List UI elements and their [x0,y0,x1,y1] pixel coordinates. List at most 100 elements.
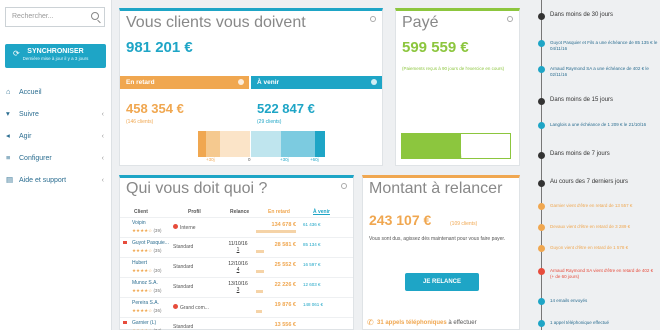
tick-label: +60j [310,157,319,162]
table-row[interactable]: Guyot Pasquie... ★★★★☆ (35) Standard 11/10/… [120,237,353,255]
late-tab[interactable]: En retard [120,76,249,89]
tick-label: +30j [280,157,289,162]
chevron-left-icon: ‹ [101,155,104,162]
col-relance[interactable]: Relance [230,209,249,215]
timeline-dot-icon [538,245,545,252]
relance-count[interactable]: 1 [227,247,249,253]
synchronize-button[interactable]: ⟳ SYNCHRONISER Dernière mise à jour il y… [5,44,106,68]
late-bar-0[interactable] [220,131,250,157]
settings-icon[interactable] [341,183,347,189]
late-value: 22 226 € [256,282,296,293]
late-text: 28 581 € [274,242,296,248]
info-icon[interactable] [238,79,244,85]
profil-value: Grand com... [180,305,209,311]
remind-description: Vous sont dus, agissez dès maintenant po… [369,236,506,242]
col-profil[interactable]: Profil [188,209,201,215]
search-icon[interactable] [91,12,99,20]
profil-cell: Standard [173,264,193,270]
col-upcoming[interactable]: À venir [313,209,330,215]
upcoming-value: 12 603 € [301,279,333,292]
late-bar-60[interactable] [198,131,206,157]
timeline-dot-icon [538,152,545,159]
col-client[interactable]: Client [134,209,148,215]
chevron-left-icon: ‹ [101,177,104,184]
relance-count[interactable]: 3 [227,287,249,293]
col-late[interactable]: En retard [268,209,290,215]
timeline-dot-icon [538,13,545,20]
rating-count: (35) [153,248,162,253]
rating-count: (39) [153,228,162,233]
sidebar-item-aide[interactable]: ▤ Aide et support ‹ [0,174,112,196]
rating-count: (35) [153,288,162,293]
timeline-dot-icon [538,98,545,105]
table-row[interactable]: Munoz S.A. ★★★★☆ (35) Standard 13/10/16 3 22 … [120,277,353,295]
upcoming-tab[interactable]: À venir [251,76,382,89]
late-text: 13 556 € [274,322,296,328]
calls-suffix: à effectuer [446,320,477,326]
late-text: 134 678 € [271,222,296,228]
timeline-text: 1 appel téléphonique effectué [550,320,609,325]
client-name[interactable]: Guyot Pasquie... [132,240,169,246]
client-name[interactable]: Voipin [132,220,146,226]
late-value: 134 678 € [256,222,296,233]
profil-cell: Standard [173,324,193,330]
settings-icon[interactable] [507,16,513,22]
client-name[interactable]: Hubert [132,260,147,266]
profil-cell: Standard [173,244,193,250]
table-row[interactable]: Voipin ★★★★☆ (39) Interne 134 678 € 61 436 € [120,217,353,235]
book-icon: ▤ [6,175,14,184]
settings-icon[interactable] [370,16,376,22]
profil-value: Standard [173,324,194,330]
remind-amount: 243 107 € [369,212,432,228]
calls-text[interactable]: 31 appels téléphoniques à effectuer [377,320,477,326]
upcoming-text: 85 134 € [303,242,321,247]
paid-card: Payé 599 559 € (Paiements reçus à 90 jou… [395,8,520,166]
upcoming-bar-30[interactable] [281,131,315,157]
remind-button[interactable]: JE RELANCE [405,273,479,291]
alert-icon [173,224,178,229]
info-icon[interactable] [371,79,377,85]
sidebar-item-label: Aide et support [19,177,67,184]
upcoming-value: 61 436 € [301,219,333,232]
late-bar-30[interactable] [206,131,220,157]
late-label: En retard [126,79,155,86]
calls-count[interactable]: 31 appels téléphoniques [377,320,447,326]
rating-stars: ★★★★☆ (39) [132,228,161,234]
synchronize-label: SYNCHRONISER [27,48,84,55]
chevron-left-icon: ‹ [101,111,104,118]
owed-total: 981 201 € [126,39,193,56]
table-row[interactable]: Garnier (L)★★★★☆ (34)Standard13 556 € [120,317,353,330]
paid-title: Payé [402,14,439,31]
paid-note: (Paiements reçus à 90 jours de l'exercic… [402,66,505,71]
tick-label: 0 [248,157,251,162]
table-row[interactable]: Hubert ★★★★☆ (30) Standard 12/10/16 4 25 552 … [120,257,353,275]
late-fill-bar [256,270,264,273]
upcoming-bar-60[interactable] [315,131,325,157]
sidebar-item-agir[interactable]: ◂ Agir ‹ [0,130,112,152]
sidebar-item-configurer[interactable]: ≡ Configurer ‹ [0,152,112,174]
rating-stars: ★★★★☆ (30) [132,268,161,274]
table-row[interactable]: Pereira S.A. ★★★★☆ (36) Grand com... 19 876… [120,297,353,315]
cart-icon: ▾ [6,109,10,118]
late-amount: 458 354 € [126,101,184,116]
sidebar-item-label: Agir [19,133,32,140]
timeline-dot-icon [538,180,545,187]
timeline-text: Dans moins de 30 jours [550,12,614,18]
upcoming-text: 12 603 € [303,282,321,287]
stars: ★★★★☆ [132,268,153,273]
client-name[interactable]: Munoz S.A. [132,280,158,286]
client-name[interactable]: Garnier (L) [132,320,156,326]
tick-label: +30j [206,157,215,162]
relance-cell: 12/10/16 4 [227,261,249,273]
search-input[interactable]: Rechercher... [5,7,105,27]
client-name[interactable]: Pereira S.A. [132,300,159,306]
sidebar-item-suivre[interactable]: ▾ Suivre ‹ [0,108,112,130]
sidebar-nav: ⌂ Accueil ▾ Suivre ‹ ◂ Agir ‹ ≡ Configur… [0,86,112,196]
relance-count[interactable]: 4 [227,267,249,273]
flag-icon [123,241,127,244]
timeline-text: Garnier vient d'être en retard de 13 557… [550,203,633,208]
remind-clients: (109 clients) [450,221,478,227]
timeline-dot-icon [538,320,545,327]
sidebar-item-accueil[interactable]: ⌂ Accueil [0,86,112,108]
upcoming-bar-0[interactable] [251,131,281,157]
